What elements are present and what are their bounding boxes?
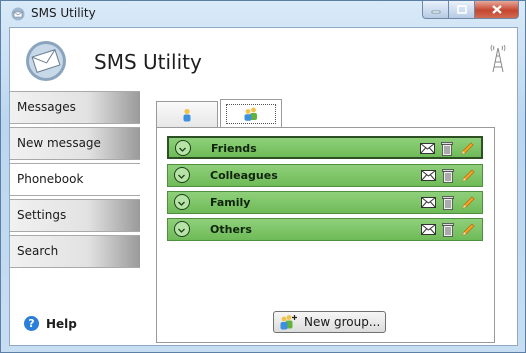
trash-icon	[442, 195, 454, 210]
envelope-icon	[420, 196, 436, 208]
sidebar-item-new-message[interactable]: New message	[10, 127, 140, 160]
group-actions	[420, 167, 476, 183]
single-contact-icon	[183, 108, 191, 121]
maximize-button[interactable]	[449, 1, 475, 19]
help-label: Help	[46, 316, 77, 331]
contact-group-icon	[244, 107, 257, 121]
envelope-icon	[11, 7, 25, 21]
expand-button[interactable]	[174, 194, 190, 210]
send-message-button[interactable]	[420, 221, 436, 237]
close-button[interactable]	[475, 1, 519, 19]
sidebar-item-label: Messages	[17, 100, 76, 114]
expand-button[interactable]	[174, 221, 190, 237]
groups-tab-panel: Friends Colleagues Family Others New gro…	[156, 127, 495, 343]
edit-group-button[interactable]	[459, 140, 475, 156]
chevron-down-icon	[178, 228, 185, 233]
chevron-down-icon	[178, 201, 185, 206]
send-message-button[interactable]	[420, 167, 436, 183]
app-title: SMS Utility	[94, 50, 202, 74]
maximize-icon	[456, 5, 467, 14]
send-message-button[interactable]	[419, 140, 435, 156]
group-row-colleagues[interactable]: Colleagues	[167, 164, 483, 187]
app-header: SMS Utility	[10, 28, 517, 90]
title-bar[interactable]: SMS Utility	[1, 1, 525, 27]
new-group-button[interactable]: New group...	[273, 311, 386, 333]
app-window: SMS Utility SMS Utility Messages New mes…	[0, 0, 526, 353]
tab-strip	[156, 99, 284, 127]
window-controls	[422, 1, 519, 21]
sidebar-item-phonebook[interactable]: Phonebook	[10, 163, 140, 196]
add-group-icon	[280, 315, 297, 330]
help-link[interactable]: ? Help	[24, 316, 77, 331]
pencil-icon	[460, 141, 474, 155]
send-message-button[interactable]	[420, 194, 436, 210]
chevron-down-icon	[178, 174, 185, 179]
sidebar-item-settings[interactable]: Settings	[10, 199, 140, 232]
pencil-icon	[461, 168, 475, 182]
delete-group-button[interactable]	[440, 221, 456, 237]
window-title: SMS Utility	[31, 6, 96, 20]
expand-button[interactable]	[174, 167, 190, 183]
group-row-others[interactable]: Others	[167, 218, 483, 241]
group-row-friends[interactable]: Friends	[167, 136, 483, 159]
expand-button[interactable]	[175, 140, 191, 156]
edit-group-button[interactable]	[460, 194, 476, 210]
group-name: Others	[210, 223, 252, 236]
pencil-icon	[461, 195, 475, 209]
delete-group-button[interactable]	[439, 140, 455, 156]
delete-group-button[interactable]	[440, 194, 456, 210]
group-actions	[420, 221, 476, 237]
help-icon: ?	[24, 316, 39, 331]
group-name: Friends	[211, 142, 257, 155]
group-name: Family	[210, 196, 251, 209]
envelope-icon	[420, 223, 436, 235]
close-icon	[491, 5, 502, 14]
trash-icon	[441, 141, 453, 156]
sidebar-item-messages[interactable]: Messages	[10, 91, 140, 124]
envelope-icon	[419, 142, 435, 154]
group-name: Colleagues	[210, 169, 278, 182]
minimize-icon	[431, 10, 440, 13]
tab-groups[interactable]	[220, 99, 282, 127]
envelope-icon	[420, 169, 436, 181]
phonebook-panel: Friends Colleagues Family Others New gro…	[140, 91, 500, 343]
chevron-down-icon	[179, 147, 186, 152]
sidebar-item-search[interactable]: Search	[10, 235, 140, 268]
sidebar-item-label: Settings	[17, 208, 67, 222]
trash-icon	[442, 222, 454, 237]
tab-focus-outline	[226, 103, 276, 124]
antenna-icon	[490, 44, 506, 73]
edit-group-button[interactable]	[460, 221, 476, 237]
pencil-icon	[461, 222, 475, 236]
group-actions	[419, 140, 475, 156]
edit-group-button[interactable]	[460, 167, 476, 183]
new-group-label: New group...	[304, 315, 381, 329]
client-area: SMS Utility Messages New message Phonebo…	[9, 27, 518, 346]
sidebar-nav: Messages New message Phonebook Settings …	[10, 91, 140, 271]
group-row-family[interactable]: Family	[167, 191, 483, 214]
delete-group-button[interactable]	[440, 167, 456, 183]
minimize-button[interactable]	[422, 1, 449, 19]
sidebar-item-label: New message	[17, 136, 101, 150]
tab-contacts[interactable]	[156, 101, 218, 127]
sidebar-item-label: Phonebook	[17, 172, 84, 186]
trash-icon	[442, 168, 454, 183]
app-logo-icon	[26, 41, 66, 81]
sidebar-item-label: Search	[17, 244, 59, 258]
group-actions	[420, 194, 476, 210]
